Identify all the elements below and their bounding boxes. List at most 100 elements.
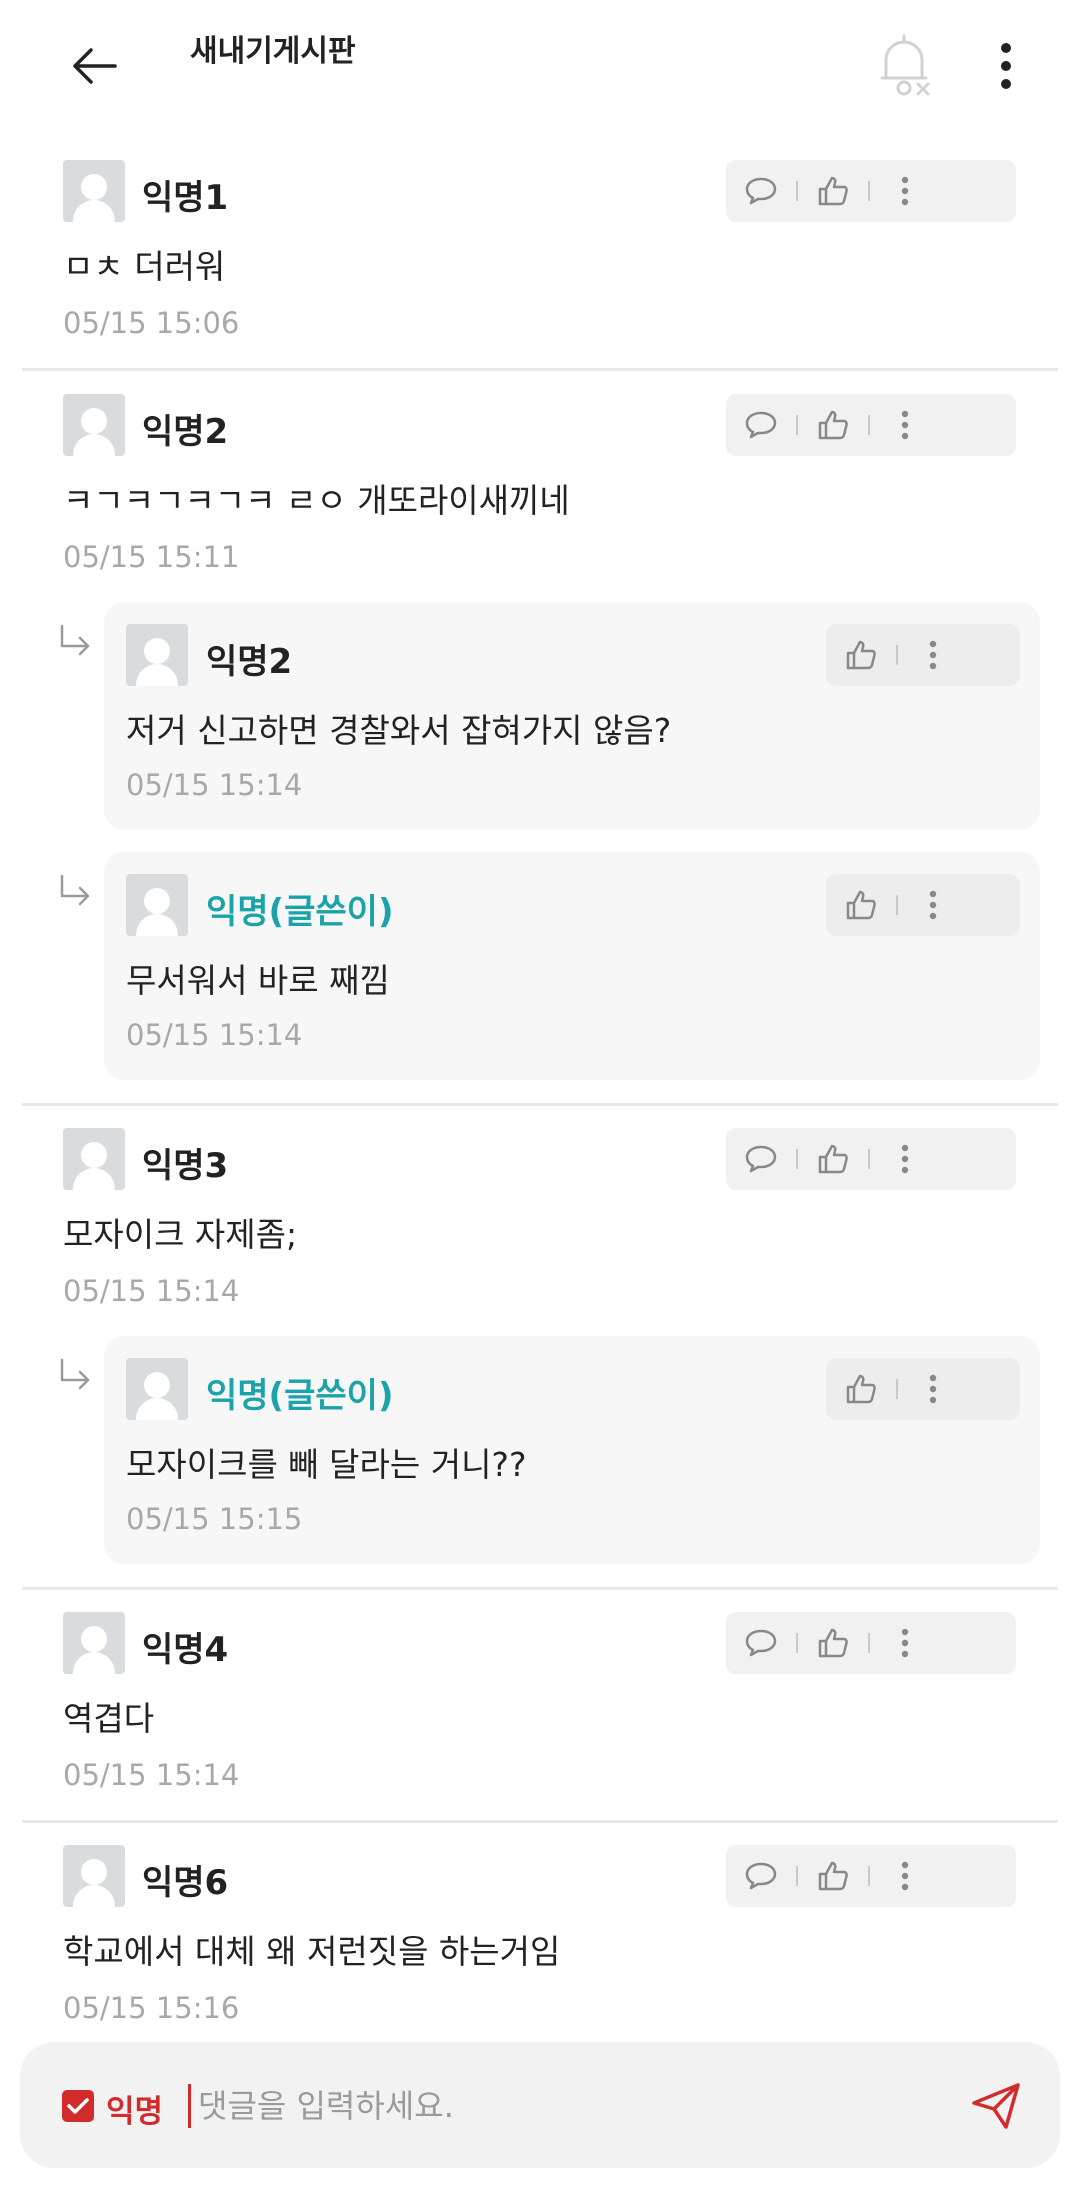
comment-body: 무서워서 바로 째낌 (126, 961, 390, 1000)
comment-body: 모자이크를 빼 달라는 거니?? (126, 1445, 527, 1484)
reply-icon (745, 177, 777, 205)
comment-divider (22, 1820, 1058, 1823)
comment-timestamp: 05/15 15:14 (63, 1274, 240, 1308)
comment-more-button[interactable] (870, 160, 940, 222)
comment-action-bar (826, 624, 1020, 686)
comment-timestamp: 05/15 15:14 (126, 768, 303, 802)
checkbox-icon (67, 2098, 89, 2114)
more-vertical-icon (929, 1374, 937, 1404)
more-options-button[interactable] (986, 36, 1026, 96)
comment-divider (22, 1587, 1058, 1590)
avatar (63, 1845, 125, 1907)
anonymous-label[interactable]: 익명 (106, 2086, 163, 2131)
comment-item: 익명6 학교에서 대체 왜 저런짓을 하는거임 05/15 15:16 (0, 1845, 1080, 2035)
avatar (63, 1612, 125, 1674)
comment-body: 학교에서 대체 왜 저런짓을 하는거임 (63, 1932, 561, 1971)
reply-button[interactable] (726, 160, 796, 222)
send-icon (972, 2083, 1020, 2129)
reply-button[interactable] (726, 1845, 796, 1907)
comment-author: 익명2 (142, 412, 229, 452)
notification-off-icon (880, 34, 930, 96)
comment-input-bar: 익명 (20, 2042, 1060, 2168)
comment-more-button[interactable] (898, 874, 968, 936)
like-button[interactable] (826, 1358, 896, 1420)
comment-author: 익명3 (142, 1146, 229, 1186)
reply-item: 익명(글쓴이) 무서워서 바로 째낌 05/15 15:14 (104, 852, 1040, 1080)
like-icon (846, 1374, 876, 1404)
comment-divider (22, 368, 1058, 371)
comment-author: 익명1 (142, 178, 229, 218)
comment-timestamp: 05/15 15:14 (126, 1018, 303, 1052)
comment-action-bar (726, 1128, 1016, 1190)
like-button[interactable] (826, 874, 896, 936)
anonymous-checkbox[interactable] (62, 2090, 94, 2122)
comment-body: 모자이크 자제좀; (63, 1215, 298, 1254)
send-button[interactable] (968, 2078, 1024, 2134)
more-vertical-icon (901, 410, 909, 440)
comment-action-bar (726, 1612, 1016, 1674)
avatar (63, 1128, 125, 1190)
avatar (126, 624, 188, 686)
reply-icon (745, 411, 777, 439)
avatar (63, 394, 125, 456)
comment-author-op: 익명(글쓴이) (206, 892, 394, 932)
comment-more-button[interactable] (870, 394, 940, 456)
like-button[interactable] (798, 1845, 868, 1907)
reply-icon (745, 1629, 777, 1657)
more-vertical-icon (901, 1861, 909, 1891)
comment-timestamp: 05/15 15:15 (126, 1502, 303, 1536)
reply-arrow-icon (60, 1358, 90, 1390)
top-app-bar: 새내기게시판 (0, 0, 1080, 140)
comment-more-button[interactable] (898, 624, 968, 686)
like-icon (818, 1144, 848, 1174)
like-button[interactable] (798, 394, 868, 456)
app-root: 새내기게시판 익명1 ㅁㅊ 더러워 05/15 15:06 익명2 ㅋㄱㅋㄱㅋㄱ… (0, 0, 1080, 2186)
reply-arrow-icon (60, 874, 90, 906)
reply-button[interactable] (726, 1612, 796, 1674)
like-icon (818, 410, 848, 440)
like-button[interactable] (798, 1612, 868, 1674)
comment-action-bar (826, 1358, 1020, 1420)
comment-more-button[interactable] (870, 1128, 940, 1190)
comment-divider (22, 1103, 1058, 1106)
notification-toggle-button[interactable] (872, 30, 936, 100)
comment-action-bar (726, 1845, 1016, 1907)
like-icon (818, 1628, 848, 1658)
comment-timestamp: 05/15 15:16 (63, 1991, 240, 2025)
reply-icon (745, 1145, 777, 1173)
like-button[interactable] (798, 160, 868, 222)
comment-body: 저거 신고하면 경찰와서 잡혀가지 않음? (126, 711, 672, 750)
reply-button[interactable] (726, 394, 796, 456)
text-cursor (188, 2084, 191, 2128)
comment-input[interactable] (198, 2078, 958, 2134)
comment-item: 익명4 역겹다 05/15 15:14 (0, 1612, 1080, 1802)
comment-body: ㅋㄱㅋㄱㅋㄱㅋ ㄹㅇ 개또라이새끼네 (63, 481, 570, 520)
comment-body: 역겹다 (63, 1699, 155, 1738)
comment-item: 익명3 모자이크 자제좀; 05/15 15:14 (0, 1128, 1080, 1308)
comment-author: 익명4 (142, 1630, 229, 1670)
more-vertical-icon (1001, 43, 1011, 89)
more-vertical-icon (901, 176, 909, 206)
reply-button[interactable] (726, 1128, 796, 1190)
comment-item: 익명2 ㅋㄱㅋㄱㅋㄱㅋ ㄹㅇ 개또라이새끼네 05/15 15:11 (0, 394, 1080, 574)
comment-author: 익명6 (142, 1863, 229, 1903)
back-button[interactable] (62, 38, 126, 94)
back-arrow-icon (73, 48, 117, 84)
like-icon (818, 1861, 848, 1891)
like-button[interactable] (826, 624, 896, 686)
reply-item: 익명(글쓴이) 모자이크를 빼 달라는 거니?? 05/15 15:15 (104, 1336, 1040, 1564)
more-vertical-icon (901, 1628, 909, 1658)
comment-author-op: 익명(글쓴이) (206, 1376, 394, 1416)
reply-icon (745, 1862, 777, 1890)
comment-more-button[interactable] (870, 1612, 940, 1674)
comment-more-button[interactable] (870, 1845, 940, 1907)
comment-body: ㅁㅊ 더러워 (63, 247, 226, 286)
comment-timestamp: 05/15 15:14 (63, 1758, 240, 1792)
comment-more-button[interactable] (898, 1358, 968, 1420)
avatar (63, 160, 125, 222)
more-vertical-icon (929, 640, 937, 670)
like-button[interactable] (798, 1128, 868, 1190)
like-icon (846, 640, 876, 670)
like-icon (846, 890, 876, 920)
avatar (126, 874, 188, 936)
